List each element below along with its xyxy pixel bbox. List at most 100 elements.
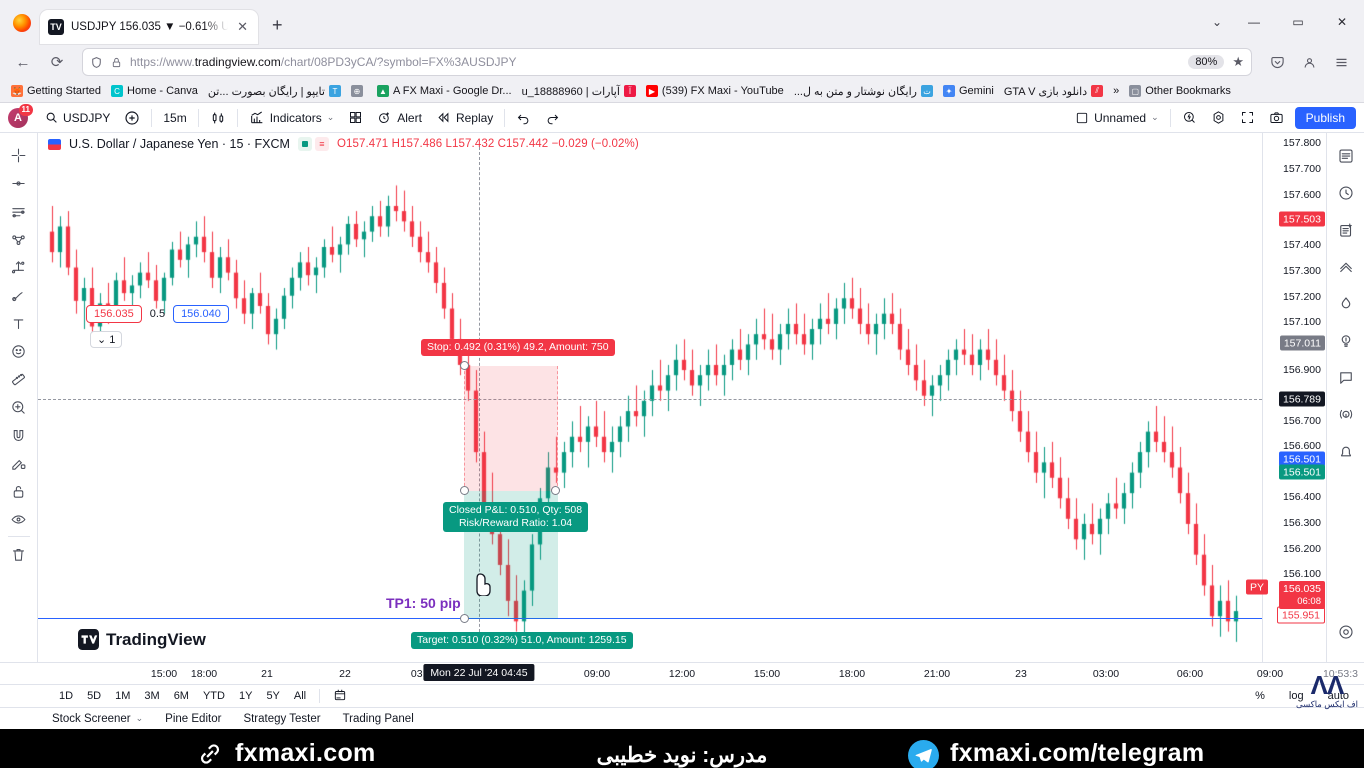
bookmark-item[interactable]: آ آپارات | u_18888960 xyxy=(517,83,641,100)
stop-loss-zone[interactable] xyxy=(464,366,558,491)
bookmark-item[interactable]: ⫽ دانلود بازی GTA V xyxy=(999,83,1108,100)
target-anchor-left[interactable] xyxy=(460,614,469,623)
back-button[interactable]: ← xyxy=(8,48,38,76)
data-window-icon[interactable] xyxy=(1332,215,1360,245)
stop-tag[interactable]: Stop: 0.492 (0.31%) 49.2, Amount: 750 xyxy=(421,339,615,357)
minimize-button[interactable]: — xyxy=(1232,2,1276,42)
entry-anchor-left[interactable] xyxy=(460,486,469,495)
bookmark-item[interactable]: C Home - Canva xyxy=(106,83,203,99)
url-input[interactable]: https://www.tradingview.com/chart/08PD3y… xyxy=(82,48,1252,76)
timeframe-6m[interactable]: 6M xyxy=(167,688,196,704)
templates-button[interactable] xyxy=(341,106,370,130)
stop-anchor-left[interactable] xyxy=(460,361,469,370)
zoom-level-badge[interactable]: 80% xyxy=(1188,55,1225,69)
price-axis-badge[interactable]: 156.789 xyxy=(1279,391,1325,407)
new-tab-button[interactable]: + xyxy=(272,16,283,34)
website-branding[interactable]: fxmaxi.com xyxy=(196,739,376,768)
chart-type-button[interactable] xyxy=(203,106,233,130)
crosshair-icon[interactable] xyxy=(5,141,33,169)
log-icon[interactable]: log xyxy=(1282,688,1311,704)
zoom-icon[interactable] xyxy=(5,393,33,421)
price-axis-badge[interactable]: 155.951 xyxy=(1277,606,1325,624)
trend-line-icon[interactable] xyxy=(5,169,33,197)
tp1-label[interactable]: TP1: 50 pip xyxy=(386,595,461,611)
price-axis[interactable]: 157.800 157.700 157.600 157.400 157.300 157.2… xyxy=(1245,133,1326,662)
bookmark-item[interactable]: ▲ A FX Maxi - Google Dr... xyxy=(372,83,517,99)
settings-dot-icon[interactable]: ≡ xyxy=(314,137,329,151)
browser-tab[interactable]: TV USDJPY 156.035 ▼ −0.61% Unn ✕ xyxy=(40,10,258,44)
publish-button[interactable]: Publish xyxy=(1294,106,1356,129)
watchlist-icon[interactable] xyxy=(1332,141,1360,171)
chart-canvas-container[interactable]: U.S. Dollar / Japanese Yen · 15 · FXCM ≡… xyxy=(38,133,1262,662)
eye-icon[interactable] xyxy=(5,505,33,533)
layout-checkbox-icon[interactable] xyxy=(1075,111,1089,125)
pitchfork-icon[interactable] xyxy=(5,225,33,253)
chevron-down-icon[interactable]: ⌄ xyxy=(1151,112,1159,123)
timeframe-all[interactable]: All xyxy=(287,688,313,704)
interval-selector[interactable]: 15m xyxy=(156,106,193,130)
layout-name-selector[interactable]: Unnamed ⌄ xyxy=(1068,106,1166,130)
bookmark-item[interactable]: ⊕ xyxy=(346,83,372,99)
quick-search-button[interactable] xyxy=(1175,106,1204,130)
chevron-down-icon[interactable]: ⌄ xyxy=(136,713,144,724)
add-symbol-button[interactable] xyxy=(117,106,147,130)
window-close-button[interactable]: ✕ xyxy=(1320,2,1364,42)
undo-button[interactable] xyxy=(509,106,538,130)
menu-icon[interactable] xyxy=(1326,48,1356,76)
fullscreen-button[interactable] xyxy=(1233,106,1262,130)
legend-toggles[interactable]: ≡ xyxy=(297,137,329,151)
price-axis-badge[interactable]: 156.501 xyxy=(1279,464,1325,480)
target-tag[interactable]: Target: 0.510 (0.32%) 51.0, Amount: 1259… xyxy=(411,632,633,650)
timeframe-5y[interactable]: 5Y xyxy=(259,688,286,704)
pnl-tag[interactable]: Closed P&L: 0.510, Qty: 508 Risk/Reward … xyxy=(443,502,589,533)
timeframe-5d[interactable]: 5D xyxy=(80,688,108,704)
timeframe-3m[interactable]: 3M xyxy=(137,688,166,704)
horizontal-lines-icon[interactable] xyxy=(5,197,33,225)
chevron-down-icon[interactable]: ⌄ xyxy=(327,112,335,123)
bookmark-star-icon[interactable]: ★ xyxy=(1232,54,1244,70)
replay-button[interactable]: Replay xyxy=(429,106,500,130)
reload-button[interactable]: ⟳ xyxy=(42,48,72,76)
bookmark-item[interactable]: ✦ Gemini xyxy=(938,83,999,99)
trash-icon[interactable] xyxy=(5,540,33,568)
account-icon[interactable] xyxy=(1294,48,1324,76)
quantity-selector[interactable]: ⌄ 1 xyxy=(90,331,123,348)
brush-icon[interactable] xyxy=(5,281,33,309)
bid-price-chip[interactable]: 156.035 xyxy=(86,305,142,323)
panel-tab-pine-editor[interactable]: Pine Editor xyxy=(165,713,221,725)
bookmark-item[interactable]: ت رایگان نوشتار و متن به ل... xyxy=(789,83,938,100)
tab-list-chevron-down-icon[interactable]: ⌄ xyxy=(1212,15,1222,29)
telegram-branding[interactable]: fxmaxi.com/telegram xyxy=(908,739,1204,768)
panel-tab-trading-panel[interactable]: Trading Panel xyxy=(343,713,414,725)
bookmark-item[interactable]: » xyxy=(1108,83,1124,99)
symbol-title[interactable]: U.S. Dollar / Japanese Yen · 15 · FXCM xyxy=(69,137,290,151)
alert-button[interactable]: Alert xyxy=(370,106,429,130)
broadcast-icon[interactable] xyxy=(1332,400,1360,430)
candlestick-canvas[interactable] xyxy=(38,133,1262,662)
magnet-icon[interactable] xyxy=(5,421,33,449)
timeframe-1m[interactable]: 1M xyxy=(108,688,137,704)
price-axis-badge[interactable]: 157.011 xyxy=(1279,335,1325,351)
bookmark-item[interactable]: 🦊 Getting Started xyxy=(6,83,106,99)
ask-price-chip[interactable]: 156.040 xyxy=(173,305,229,323)
adjust-icon[interactable]: % xyxy=(1248,688,1272,704)
ideas-icon[interactable] xyxy=(1332,289,1360,319)
price-axis-badge[interactable]: 157.503 xyxy=(1279,211,1325,227)
indicators-button[interactable]: Indicators ⌄ xyxy=(242,106,342,130)
compass-icon[interactable] xyxy=(1332,617,1360,647)
redo-button[interactable] xyxy=(538,106,567,130)
symbol-search[interactable]: USDJPY xyxy=(38,106,117,130)
timeframe-ytd[interactable]: YTD xyxy=(196,688,232,704)
alerts-clock-icon[interactable] xyxy=(1332,178,1360,208)
timeframe-1d[interactable]: 1D xyxy=(52,688,80,704)
close-icon[interactable]: ✕ xyxy=(235,19,250,35)
drawing-mode-icon[interactable] xyxy=(5,449,33,477)
panel-tab-stock-screener[interactable]: Stock Screener ⌄ xyxy=(52,713,143,725)
bookmark-item[interactable]: ▢ Other Bookmarks xyxy=(1124,83,1236,99)
emoji-icon[interactable] xyxy=(5,337,33,365)
measure-icon[interactable] xyxy=(5,253,33,281)
hotlist-icon[interactable] xyxy=(1332,252,1360,282)
lock-icon[interactable] xyxy=(5,477,33,505)
pocket-icon[interactable] xyxy=(1262,48,1292,76)
auto-icon[interactable]: auto xyxy=(1321,688,1356,704)
